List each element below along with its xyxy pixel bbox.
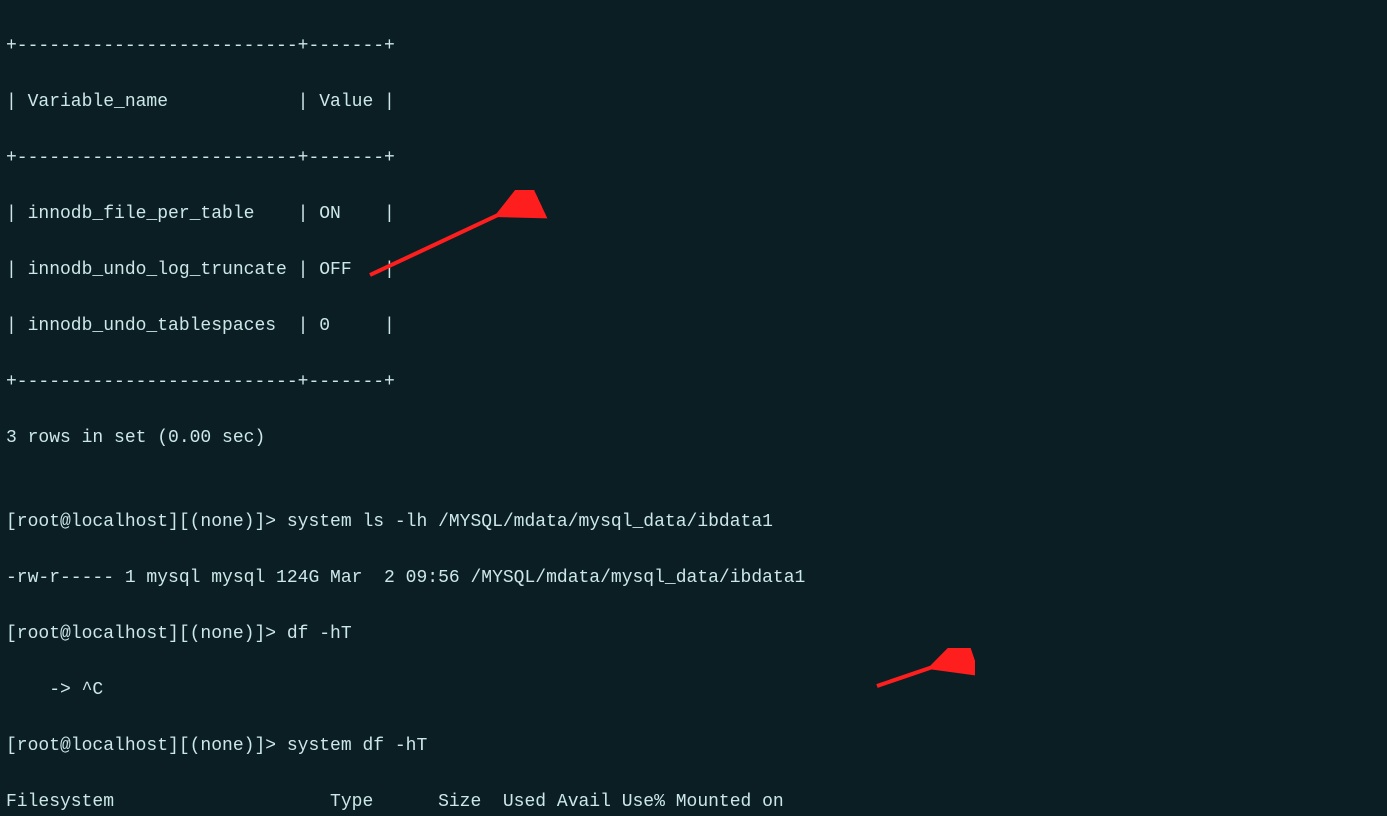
ctrl-c-line: -> ^C [6, 676, 1381, 704]
mysql-table-header: | Variable_name | Value | [6, 88, 1381, 116]
mysql-rows-in-set: 3 rows in set (0.00 sec) [6, 424, 1381, 452]
mysql-table-border: +--------------------------+-------+ [6, 368, 1381, 396]
mysql-table-border: +--------------------------+-------+ [6, 144, 1381, 172]
terminal-output[interactable]: +--------------------------+-------+ | V… [0, 0, 1387, 816]
mysql-table-row: | innodb_undo_log_truncate | OFF | [6, 256, 1381, 284]
shell-prompt-system-df: [root@localhost][(none)]> system df -hT [6, 732, 1381, 760]
shell-prompt-df: [root@localhost][(none)]> df -hT [6, 620, 1381, 648]
mysql-table-row: | innodb_undo_tablespaces | 0 | [6, 312, 1381, 340]
df-header: Filesystem Type Size Used Avail Use% Mou… [6, 788, 1381, 816]
ls-output: -rw-r----- 1 mysql mysql 124G Mar 2 09:5… [6, 564, 1381, 592]
mysql-table-row: | innodb_file_per_table | ON | [6, 200, 1381, 228]
terminal-cursor [316, 811, 328, 816]
mysql-table-border: +--------------------------+-------+ [6, 32, 1381, 60]
shell-prompt-ls: [root@localhost][(none)]> system ls -lh … [6, 508, 1381, 536]
